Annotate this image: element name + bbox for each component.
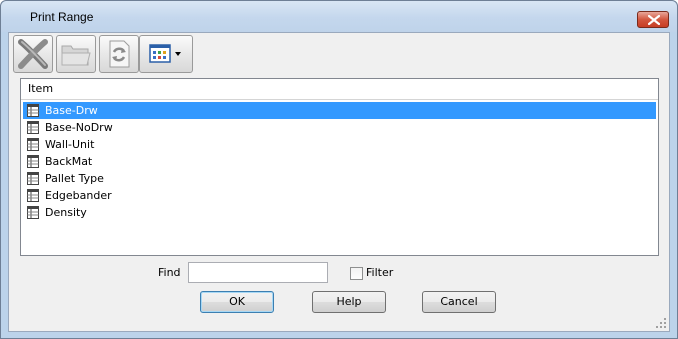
window-title: Print Range [30,10,94,24]
list-item-label: Wall-Unit [45,138,95,151]
print-range-dialog: Print Range Item Base-Drw Base-NoDrw Wal… [0,0,678,339]
list-item[interactable]: Pallet Type [23,170,656,187]
list-item[interactable]: Density [23,204,656,221]
find-input[interactable] [188,262,328,283]
delete-x-icon [18,39,48,69]
filter-label[interactable]: Filter [366,266,393,279]
list-item[interactable]: Edgebander [23,187,656,204]
refresh-icon [109,40,130,68]
refresh-button[interactable] [99,35,139,73]
list-item[interactable]: Base-Drw [23,102,656,119]
list-item[interactable]: Wall-Unit [23,136,656,153]
table-icon [27,155,39,168]
list-item-label: BackMat [45,155,93,168]
list-item[interactable]: Base-NoDrw [23,119,656,136]
folder-icon [61,45,91,66]
list-item-label: Density [45,206,87,219]
cancel-button[interactable]: Cancel [422,291,496,313]
close-button[interactable] [637,11,669,28]
find-label: Find [158,266,181,279]
ok-button[interactable]: OK [200,291,274,313]
help-button[interactable]: Help [312,291,386,313]
list-items: Base-Drw Base-NoDrw Wall-Unit BackMat Pallet… [21,100,658,221]
list-item-label: Pallet Type [45,172,104,185]
grid-view-icon [149,44,181,63]
title-bar[interactable]: Print Range [1,1,677,32]
list-item-label: Base-NoDrw [45,121,113,134]
list-item[interactable]: BackMat [23,153,656,170]
open-folder-button[interactable] [56,35,96,73]
item-list[interactable]: Item Base-Drw Base-NoDrw Wall-Unit BackMat P… [20,78,659,256]
column-header-item[interactable]: Item [21,79,658,100]
list-item-label: Edgebander [45,189,112,202]
close-icon [648,15,660,25]
dialog-body: Item Base-Drw Base-NoDrw Wall-Unit BackMat P… [8,32,670,332]
delete-button[interactable] [13,35,53,73]
filter-checkbox[interactable] [350,267,363,280]
table-icon [27,206,39,219]
table-icon [27,138,39,151]
view-options-dropdown[interactable] [139,35,193,73]
table-icon [27,121,39,134]
table-icon [27,104,39,117]
chevron-down-icon [175,52,181,56]
table-icon [27,172,39,185]
table-icon [27,189,39,202]
list-item-label: Base-Drw [45,104,98,117]
resize-grip-icon[interactable] [656,318,667,329]
